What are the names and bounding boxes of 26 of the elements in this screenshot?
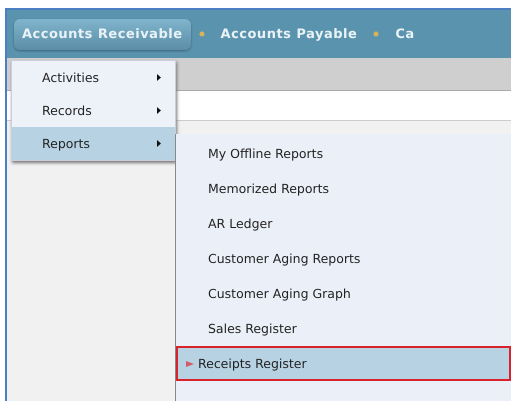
menu-item-label: Reports [42, 136, 90, 151]
menu-item-label: Records [42, 103, 92, 118]
pointer-arrow-icon [186, 360, 194, 368]
menu-item[interactable]: Reports [12, 127, 175, 160]
submenu-item[interactable]: AR Ledger [176, 206, 511, 241]
submenu-item-label: Customer Aging Graph [208, 286, 351, 301]
menu-item[interactable]: Records [12, 94, 175, 127]
submenu-item[interactable]: Sales Register [176, 311, 511, 346]
submenu-arrow-icon [157, 140, 161, 147]
submenu-item[interactable]: Memorized Reports [176, 171, 511, 206]
menu-item-label: Activities [42, 70, 100, 85]
submenu-item-label: Customer Aging Reports [208, 251, 360, 266]
submenu-item[interactable]: Receipts Register [176, 346, 511, 381]
submenu-item-label: Sales Register [208, 321, 297, 336]
submenu-item-label: AR Ledger [208, 216, 272, 231]
submenu-item[interactable]: Customer Aging Graph [176, 276, 511, 311]
submenu-arrow-icon [157, 107, 161, 114]
submenu-item[interactable]: Customer Aging Reports [176, 241, 511, 276]
dot-icon [373, 31, 380, 37]
submenu-item-label: Receipts Register [198, 356, 307, 371]
dot-icon [198, 31, 205, 37]
submenu-item[interactable]: My Offline Reports [176, 136, 511, 171]
submenu-item-label: My Offline Reports [208, 146, 324, 161]
menu-item[interactable]: Activities [12, 61, 175, 94]
submenu-item-label: Memorized Reports [208, 181, 330, 196]
submenu-arrow-icon [157, 74, 161, 81]
